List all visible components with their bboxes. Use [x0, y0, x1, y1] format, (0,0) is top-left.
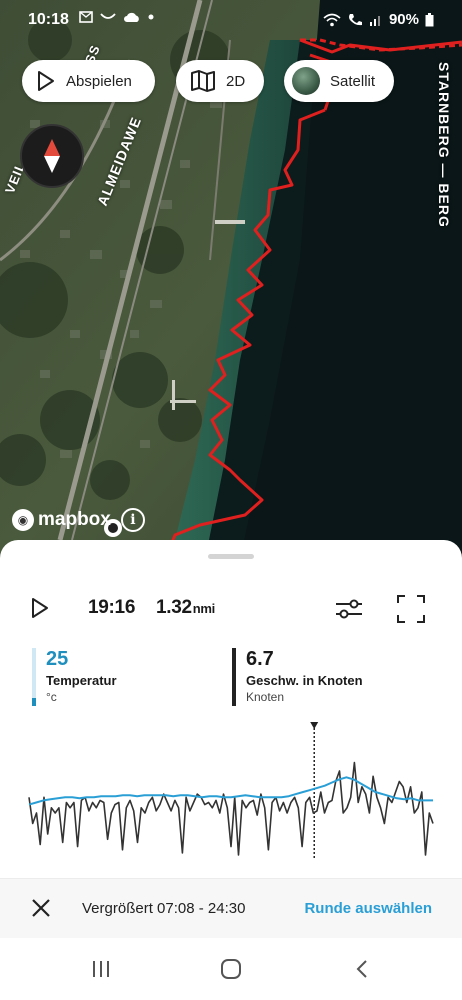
play-animation-button[interactable]: Abspielen — [22, 60, 155, 102]
metric-unit: °c — [46, 690, 57, 704]
battery-percent: 90% — [388, 11, 419, 28]
battery-icon — [425, 12, 434, 26]
close-icon[interactable] — [30, 897, 52, 919]
sheet-drag-handle[interactable] — [208, 554, 254, 559]
mapbox-text: mapbox — [38, 509, 111, 530]
play-animation-label: Abspielen — [66, 72, 132, 90]
street-label-starnberg: STARNBERG — BERG — [436, 62, 452, 228]
recent-apps-icon[interactable] — [90, 958, 112, 980]
sliders-icon[interactable] — [334, 598, 364, 620]
fullscreen-icon[interactable] — [396, 594, 426, 624]
signal-icon — [369, 15, 380, 26]
playback-time: 19:16 — [88, 597, 136, 618]
email-icon — [79, 11, 93, 23]
metric-value: 25 — [46, 648, 69, 670]
status-time: 10:18 — [28, 11, 69, 28]
dot-icon — [148, 14, 154, 20]
select-lap-link[interactable]: Runde auswählen — [304, 900, 432, 917]
info-icon[interactable]: i — [120, 508, 145, 532]
distance-value: 1.32 — [156, 597, 192, 618]
compass-icon — [44, 139, 60, 173]
back-icon[interactable] — [352, 958, 374, 980]
play-icon — [38, 71, 54, 91]
metric-speed[interactable]: 6.7 Geschw. in Knoten Knoten — [232, 648, 432, 706]
map-view[interactable]: STARNBERG — BERG ALMEIDAWE ASS VEIL Absp… — [0, 0, 462, 560]
chart-cursor-handle[interactable] — [310, 722, 319, 729]
system-icons: 90% — [323, 11, 434, 28]
playback-play-icon[interactable] — [30, 597, 50, 619]
metric-name: Geschw. in Knoten — [246, 673, 363, 688]
metric-name: Temperatur — [46, 673, 117, 688]
metric-indicator-bar — [32, 648, 36, 706]
metric-value: 6.7 — [246, 648, 274, 670]
satellite-thumbnail-icon — [292, 67, 320, 95]
mapbox-logo-icon: ◉ — [12, 509, 34, 531]
view-mode-button[interactable]: 2D — [176, 60, 264, 102]
metric-temperature[interactable]: 25 Temperatur °c — [32, 648, 212, 706]
metric-indicator-bar — [232, 648, 236, 706]
playback-distance: 1.32nmi — [156, 597, 215, 619]
speed-series-line — [28, 761, 434, 856]
notification-icons — [79, 11, 155, 23]
mapbox-attribution: ◉ mapbox i — [12, 508, 145, 532]
metric-unit: Knoten — [246, 690, 285, 704]
wifi-icon — [323, 13, 341, 26]
view-mode-label: 2D — [226, 72, 246, 90]
map-layer-label: Satellit — [330, 72, 376, 90]
map-layer-button[interactable]: Satellit — [284, 60, 394, 102]
map-icon — [191, 70, 215, 92]
metrics-line-chart[interactable] — [28, 720, 434, 860]
call-icon — [348, 13, 362, 25]
zoom-range-bar: Vergrößert 07:08 - 24:30 Runde auswählen — [0, 878, 462, 938]
home-icon[interactable] — [220, 958, 242, 980]
zoom-range-text: Vergrößert 07:08 - 24:30 — [82, 900, 246, 917]
compass-button[interactable] — [20, 124, 84, 188]
distance-unit: nmi — [192, 601, 216, 616]
cloud-icon — [124, 12, 139, 22]
playback-bar: 19:16 1.32nmi — [0, 590, 462, 626]
smile-icon — [100, 13, 116, 19]
system-navigation-bar — [0, 938, 462, 1000]
status-bar: 10:18 90% — [0, 0, 462, 40]
